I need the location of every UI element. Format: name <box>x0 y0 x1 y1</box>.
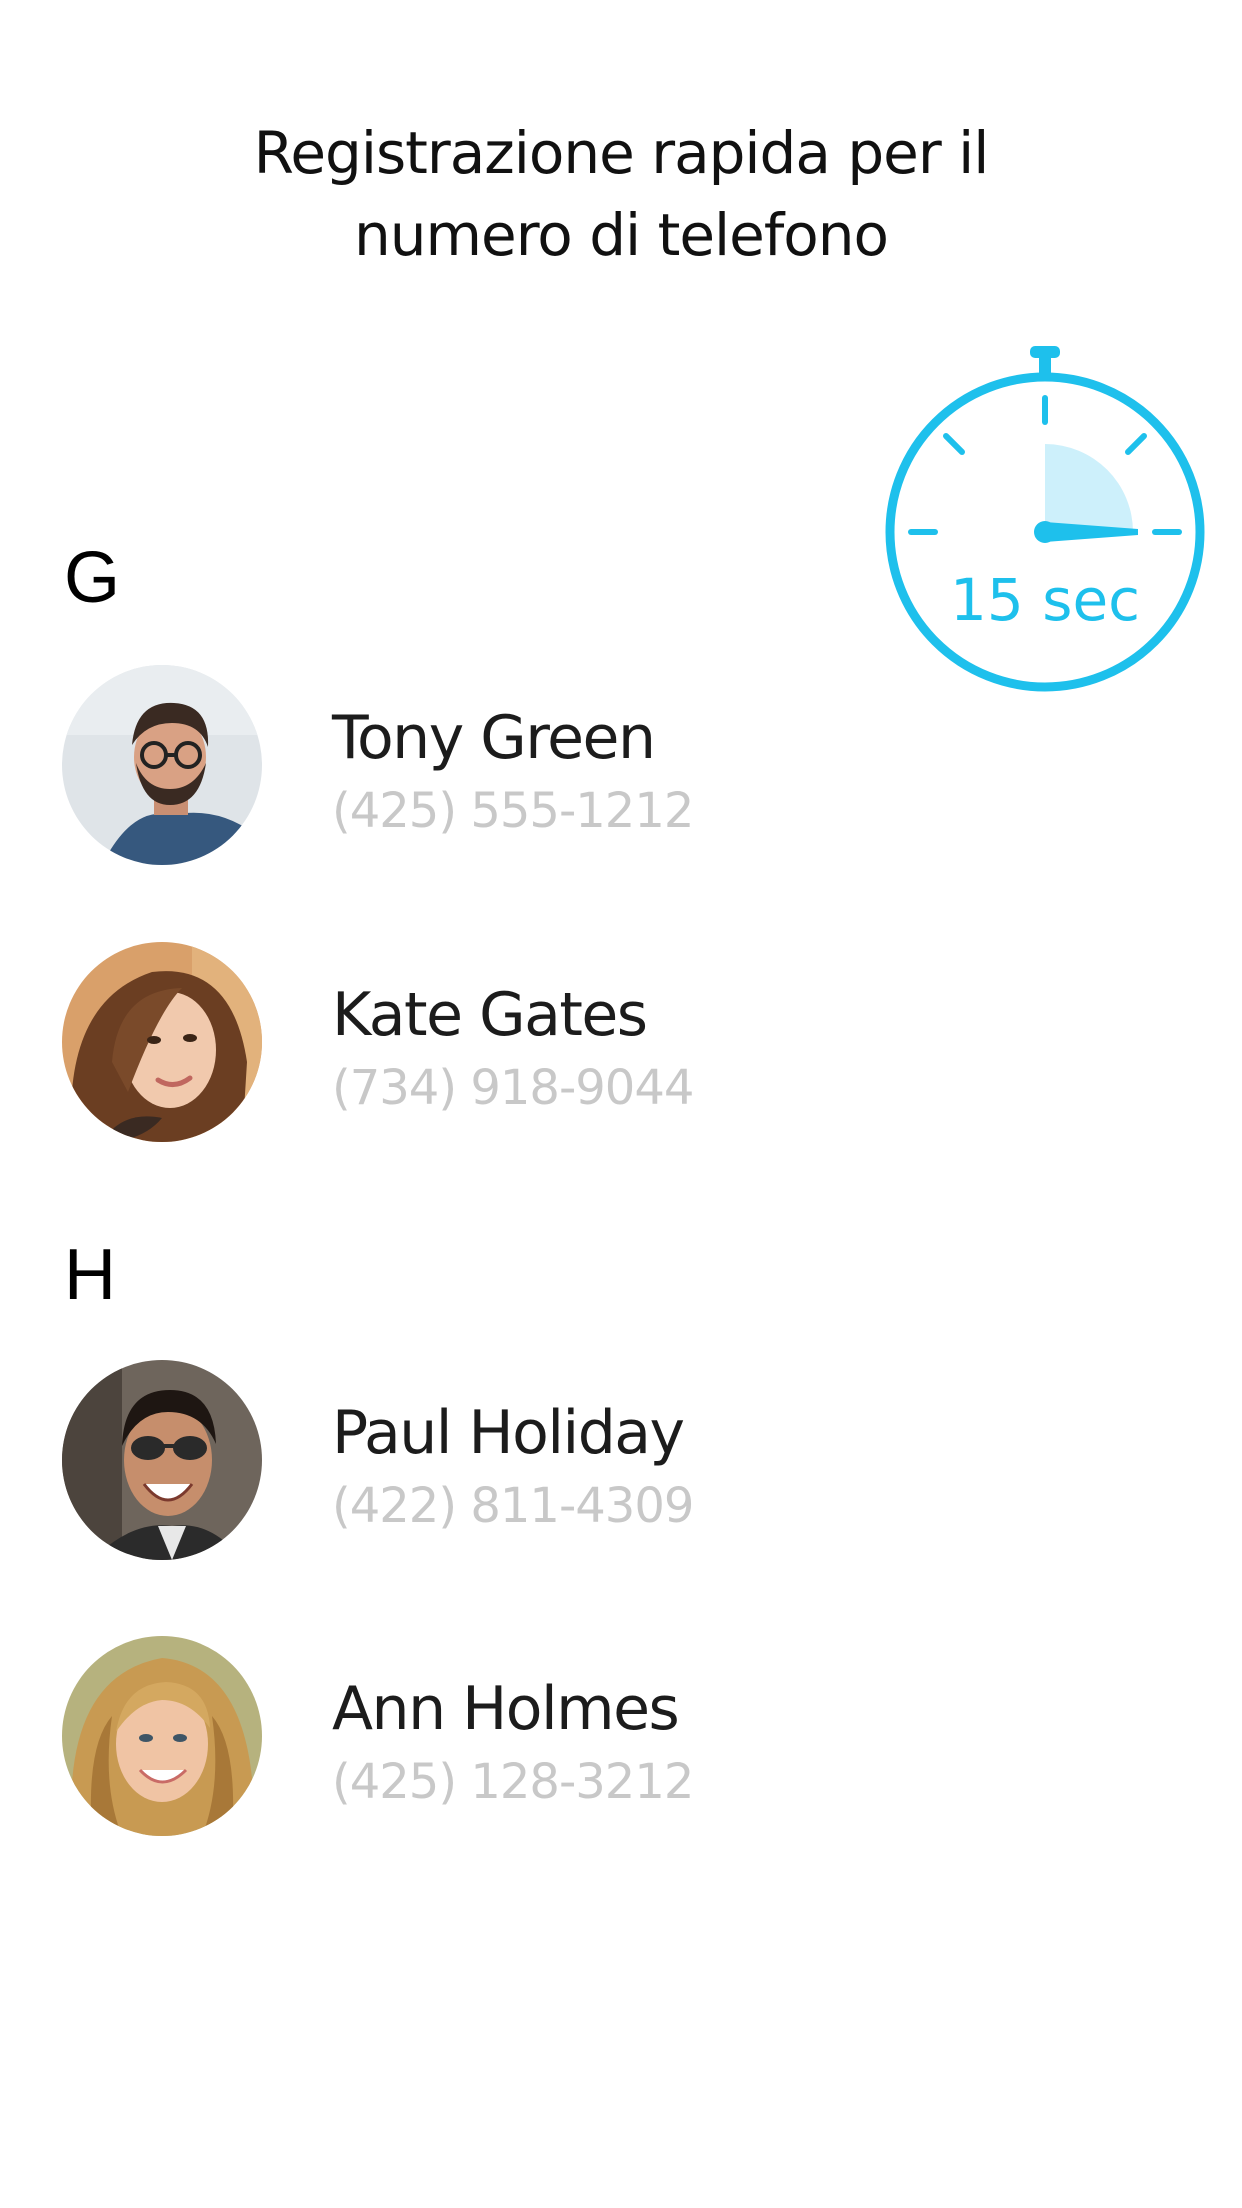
page-title-line-1: Registrazione rapida per il <box>253 119 990 187</box>
section-header-h: H <box>64 1235 116 1315</box>
contact-name: Ann Holmes <box>332 1674 680 1744</box>
contact-name: Tony Green <box>332 703 656 773</box>
contact-name: Paul Holiday <box>332 1398 685 1468</box>
section-header-g: G <box>64 538 121 618</box>
stopwatch-icon: 15 sec <box>876 340 1206 700</box>
avatar[interactable] <box>62 1360 262 1560</box>
stopwatch-label: 15 sec <box>950 566 1140 634</box>
avatar[interactable] <box>62 942 262 1142</box>
contact-item[interactable]: Ann Holmes (425) 128-3212 <box>62 1636 962 1836</box>
contact-phone: (734) 918-9044 <box>332 1060 694 1116</box>
page-title: Registrazione rapida per il numero di te… <box>0 112 1242 276</box>
contact-phone: (422) 811-4309 <box>332 1478 694 1534</box>
contact-item[interactable]: Paul Holiday (422) 811-4309 <box>62 1360 962 1560</box>
page-title-line-2: numero di telefono <box>354 201 889 269</box>
contact-item[interactable]: Tony Green (425) 555-1212 <box>62 665 962 865</box>
contact-name: Kate Gates <box>332 980 648 1050</box>
contact-phone: (425) 128-3212 <box>332 1754 694 1810</box>
contact-item[interactable]: Kate Gates (734) 918-9044 <box>62 942 962 1142</box>
avatar[interactable] <box>62 665 262 865</box>
contact-phone: (425) 555-1212 <box>332 783 694 839</box>
avatar[interactable] <box>62 1636 262 1836</box>
